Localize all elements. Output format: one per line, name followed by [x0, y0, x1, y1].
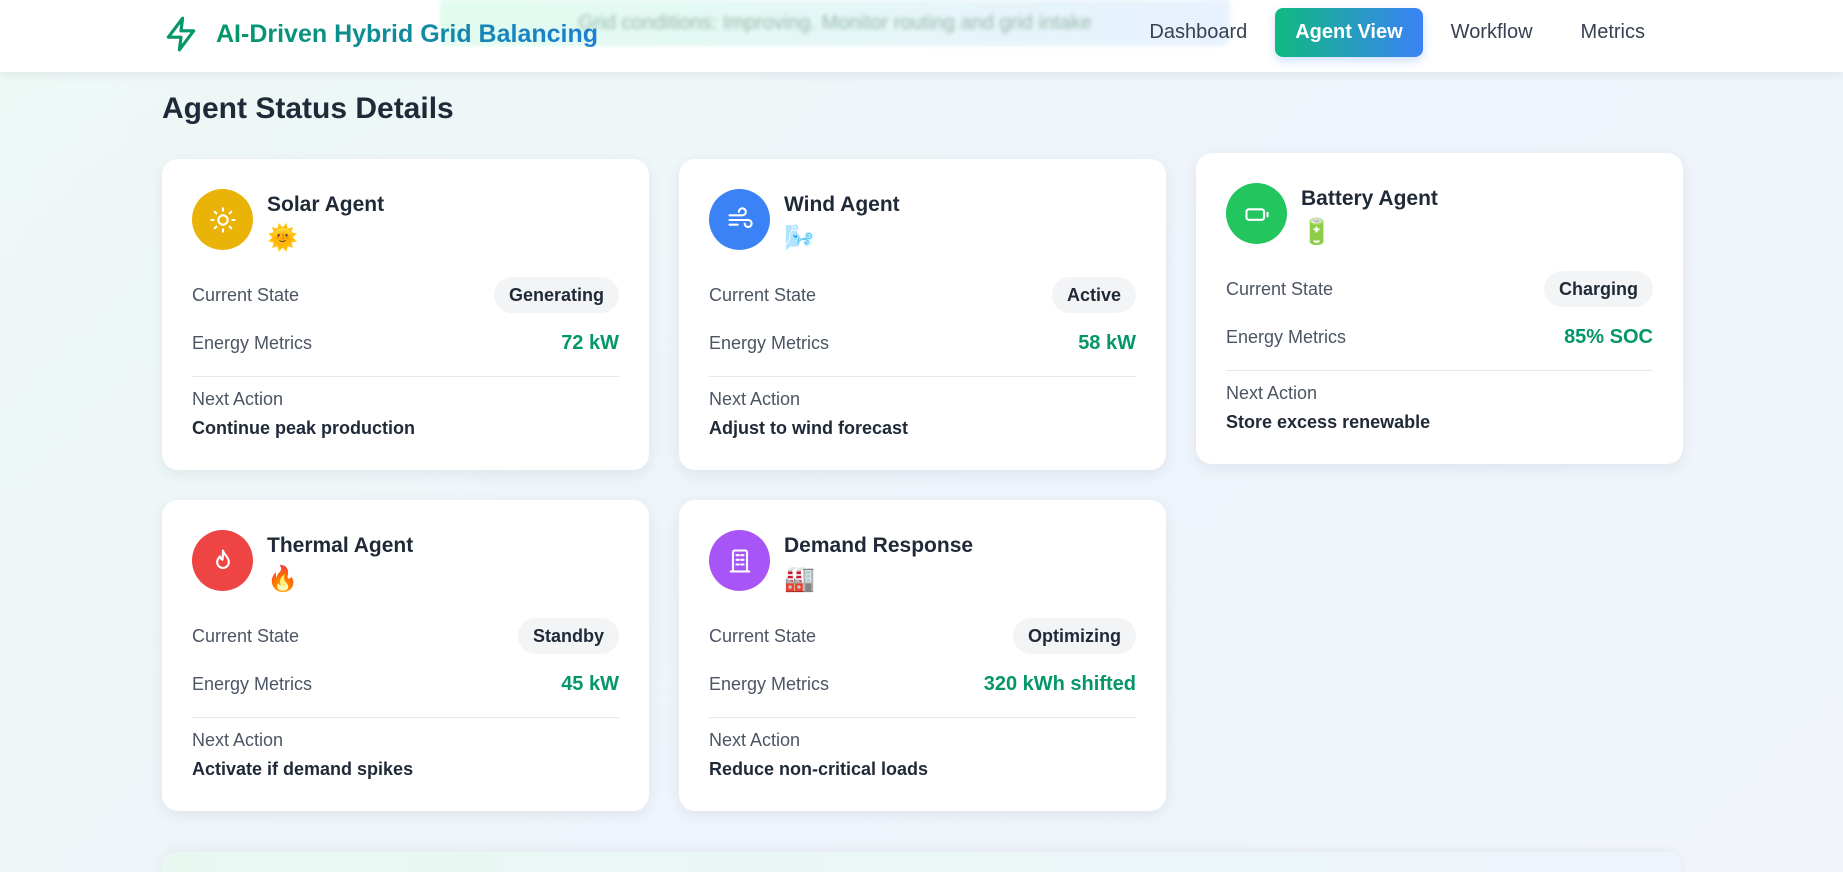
- agent-card-demand-response: Demand Response 🏭 Current State Optimizi…: [679, 500, 1166, 811]
- energy-metrics-label: Energy Metrics: [709, 673, 830, 694]
- status-badge: Active: [1051, 277, 1136, 313]
- agent-name: Solar Agent: [267, 193, 385, 216]
- current-state-label: Current State: [192, 625, 300, 646]
- battery-icon: [1226, 183, 1287, 244]
- agent-emoji: 🌞: [267, 224, 299, 252]
- agent-emoji: 🌬️: [784, 224, 816, 252]
- next-action-value: Store excess renewable: [1226, 412, 1431, 432]
- agent-card-solar: Solar Agent 🌞 Current State Generating E…: [162, 159, 649, 470]
- building-icon: [709, 530, 770, 591]
- sun-icon: [192, 189, 253, 250]
- app-title: AI-Driven Hybrid Grid Balancing: [216, 19, 599, 48]
- agent-emoji: 🔋: [1301, 218, 1333, 246]
- next-action-label: Next Action: [709, 730, 801, 750]
- next-action-value: Reduce non-critical loads: [709, 759, 929, 779]
- wind-icon: [709, 189, 770, 250]
- agent-emoji: 🔥: [267, 565, 299, 593]
- next-action-label: Next Action: [192, 389, 284, 409]
- status-badge: Standby: [517, 618, 619, 654]
- status-badge: Optimizing: [1013, 618, 1136, 654]
- divider: [192, 376, 619, 377]
- energy-metric-value: 58 kW: [1078, 331, 1136, 354]
- energy-metric-value: 72 kW: [561, 331, 619, 354]
- nav-agent-view[interactable]: Agent View: [1275, 8, 1423, 57]
- agent-name: Battery Agent: [1301, 187, 1438, 210]
- agent-name: Demand Response: [784, 534, 974, 557]
- energy-metrics-label: Energy Metrics: [709, 332, 830, 353]
- next-action-value: Activate if demand spikes: [192, 759, 414, 779]
- nav-workflow[interactable]: Workflow: [1431, 8, 1553, 57]
- energy-metrics-label: Energy Metrics: [192, 332, 313, 353]
- next-action-value: Adjust to wind forecast: [709, 418, 909, 438]
- divider: [192, 717, 619, 718]
- energy-metrics-label: Energy Metrics: [192, 673, 313, 694]
- brand[interactable]: AI-Driven Hybrid Grid Balancing: [162, 12, 598, 56]
- agent-card-wind: Wind Agent 🌬️ Current State Active Energ…: [679, 159, 1166, 470]
- energy-metric-value: 85% SOC: [1564, 325, 1653, 348]
- agent-card-thermal: Thermal Agent 🔥 Current State Standby En…: [162, 500, 649, 811]
- agent-emoji: 🏭: [784, 565, 816, 593]
- agent-card-battery: Battery Agent 🔋 Current State Charging E…: [1196, 153, 1683, 464]
- lightning-bolt-icon: [162, 15, 200, 53]
- divider: [709, 717, 1136, 718]
- top-navigation-bar: Grid conditions: Improving. Monitor rout…: [0, 0, 1843, 72]
- flame-icon: [192, 530, 253, 591]
- agent-name: Thermal Agent: [267, 534, 414, 557]
- section-title: Agent Status Details: [162, 92, 454, 125]
- current-state-label: Current State: [192, 284, 300, 305]
- current-state-label: Current State: [709, 284, 817, 305]
- energy-metrics-label: Energy Metrics: [1226, 326, 1347, 347]
- agent-name: Wind Agent: [784, 193, 900, 216]
- nav-metrics[interactable]: Metrics: [1561, 8, 1665, 57]
- status-badge: Generating: [493, 277, 619, 313]
- energy-metric-value: 320 kWh shifted: [983, 672, 1136, 695]
- current-state-label: Current State: [1226, 278, 1334, 299]
- divider: [1226, 370, 1653, 371]
- nav-dashboard[interactable]: Dashboard: [1129, 8, 1267, 57]
- main-nav: Dashboard Agent View Workflow Metrics: [1129, 8, 1665, 57]
- divider: [709, 376, 1136, 377]
- status-badge: Charging: [1544, 271, 1653, 307]
- next-action-value: Continue peak production: [192, 418, 415, 438]
- energy-metric-value: 45 kW: [561, 672, 619, 695]
- next-action-label: Next Action: [192, 730, 284, 750]
- current-state-label: Current State: [709, 625, 817, 646]
- next-action-label: Next Action: [709, 389, 801, 409]
- bottom-panel: [162, 852, 1681, 872]
- next-action-label: Next Action: [1226, 383, 1318, 403]
